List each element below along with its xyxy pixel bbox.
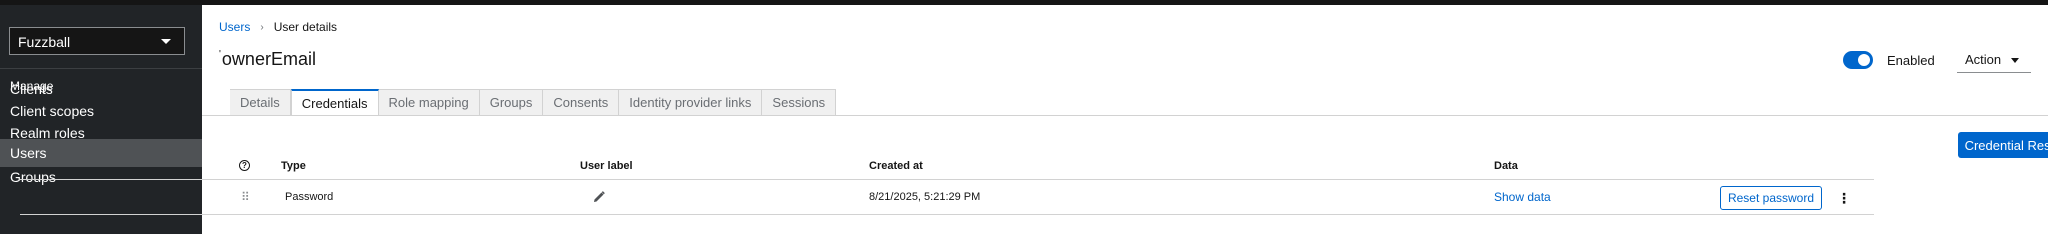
show-data-label: Show data <box>1494 190 1551 204</box>
drag-handle-icon[interactable]: ⠿ <box>241 180 250 214</box>
column-header-type: Type <box>281 159 306 172</box>
action-dropdown-label: Action <box>1965 52 2002 67</box>
reset-password-button[interactable]: Reset password <box>1720 186 1822 210</box>
page-title: 'ownerEmail <box>219 49 316 70</box>
breadcrumb: Users › User details <box>219 20 337 34</box>
help-icon[interactable]: ? <box>239 160 250 171</box>
sidebar-divider <box>0 68 202 69</box>
realm-select[interactable]: Fuzzball <box>9 27 185 55</box>
tab-details[interactable]: Details <box>230 89 291 115</box>
tabs: Details Credentials Role mapping Groups … <box>230 89 837 115</box>
enabled-label: Enabled <box>1887 53 1935 68</box>
column-header-created-at: Created at <box>869 159 923 172</box>
kebab-menu-icon[interactable]: ⋮ <box>1836 186 1852 210</box>
tab-role-mapping[interactable]: Role mapping <box>378 89 480 115</box>
table-header: ? Type User label Created at Data <box>20 152 1874 180</box>
credential-created-at: 8/21/2025, 5:21:29 PM <box>869 191 981 203</box>
edit-label-icon[interactable] <box>592 180 606 214</box>
credential-type: Password <box>285 191 334 203</box>
tab-identity-provider-links[interactable]: Identity provider links <box>619 89 763 115</box>
credential-reset-button[interactable]: Credential Reset <box>1958 132 2048 158</box>
tab-sessions[interactable]: Sessions <box>762 89 837 115</box>
toggle-knob <box>1858 54 1870 66</box>
caret-down-icon <box>2011 58 2019 63</box>
breadcrumb-current: User details <box>273 20 338 34</box>
action-dropdown[interactable]: Action <box>1957 47 2031 73</box>
help-icon-cell: ? <box>239 152 250 179</box>
caret-down-icon <box>161 39 171 44</box>
breadcrumb-users-link[interactable]: Users <box>219 20 250 34</box>
realm-select-value: Fuzzball <box>18 34 71 50</box>
credentials-table: ? Type User label Created at Data ⠿ Pass… <box>20 152 1874 215</box>
pencil-icon <box>594 191 605 202</box>
tab-credentials[interactable]: Credentials <box>290 89 379 115</box>
chevron-right-icon: › <box>260 21 264 33</box>
column-header-data: Data <box>1494 159 1518 172</box>
enabled-toggle[interactable] <box>1843 51 1873 69</box>
column-header-user-label: User label <box>580 159 633 172</box>
show-data-link[interactable]: Show data <box>1494 180 1551 214</box>
table-row: ⠿ Password 8/21/2025, 5:21:29 PM Show da… <box>20 180 1874 215</box>
page-title-text: ownerEmail <box>221 49 316 69</box>
page-title-prefix: ' <box>219 49 221 60</box>
tab-consents[interactable]: Consents <box>543 89 620 115</box>
tabs-divider <box>202 115 2048 116</box>
tab-groups[interactable]: Groups <box>479 89 544 115</box>
